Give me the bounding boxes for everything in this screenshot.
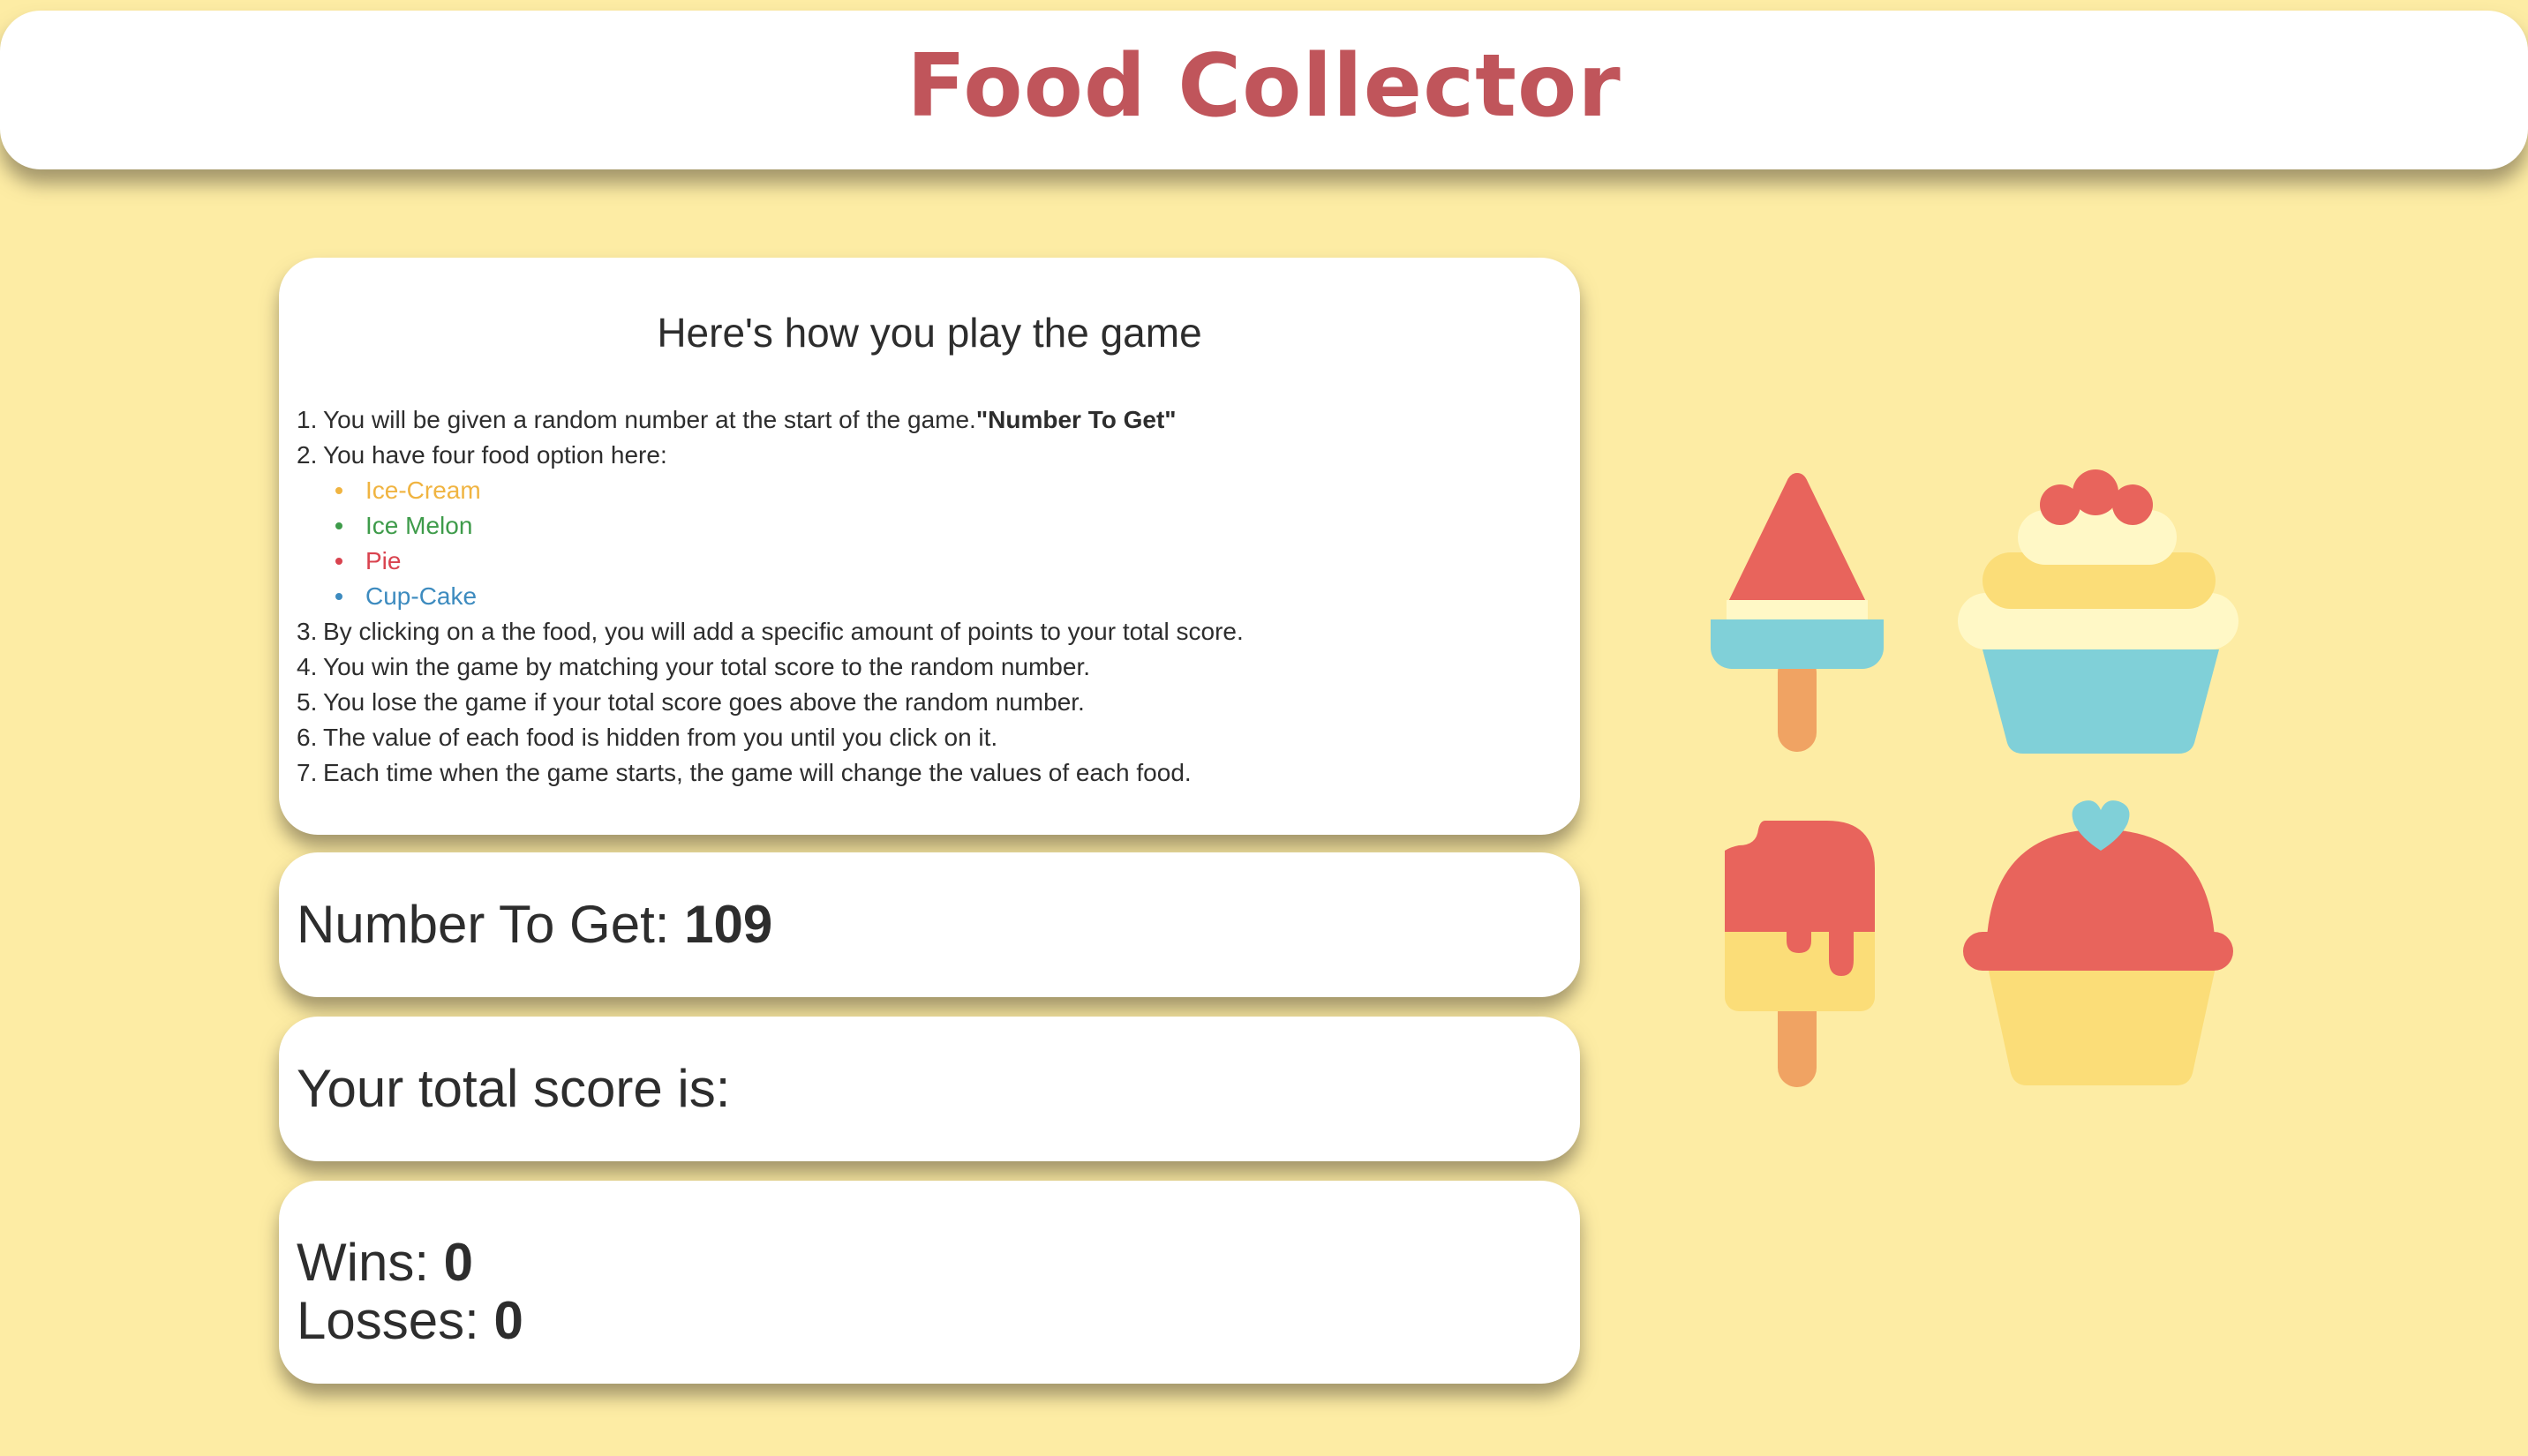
food-option-list: Ice-Cream Ice Melon Pie Cup-Cake (297, 473, 1562, 614)
food-option-pie: Pie (335, 544, 1562, 579)
wins-value: 0 (443, 1233, 474, 1292)
losses-line: Losses: 0 (297, 1292, 1580, 1350)
instruction-step-3: 3. By clicking on a the food, you will ad… (297, 618, 1244, 645)
page-title: Food Collector (907, 36, 1621, 137)
target-number-card: Number To Get: 109 (279, 852, 1580, 997)
wins-label: Wins: (297, 1233, 429, 1292)
target-number-value: 109 (684, 895, 773, 954)
bullet-icon (335, 558, 342, 565)
instruction-step-2: 2. You have four food option here: (297, 441, 667, 469)
food-option-ice-melon: Ice Melon (335, 508, 1562, 544)
total-score-label: Your total score is: (297, 1059, 731, 1118)
losses-label: Losses: (297, 1291, 479, 1350)
win-loss-card: Wins: 0 Losses: 0 (279, 1181, 1580, 1384)
total-score: Your total score is: (297, 1060, 730, 1118)
instructions-heading: Here's how you play the game (657, 310, 1202, 356)
instruction-step-7: 7. Each time when the game starts, the ga… (297, 759, 1192, 786)
instruction-step-5: 5. You lose the game if your total score … (297, 688, 1085, 716)
instruction-step-1: 1. You will be given a random number at t… (297, 406, 1177, 433)
food-grid (1695, 459, 2260, 1094)
bullet-icon (335, 522, 342, 529)
wins-line: Wins: 0 (297, 1234, 1580, 1292)
bullet-icon (335, 593, 342, 600)
bullet-icon (335, 487, 342, 494)
instruction-step-6: 6. The value of each food is hidden from … (297, 724, 998, 751)
target-number-label: Number To Get: (297, 895, 670, 954)
losses-value: 0 (493, 1291, 523, 1350)
cupcake-cherry-icon[interactable] (1951, 459, 2251, 759)
instruction-step-4: 4. You win the game by matching your tota… (297, 653, 1091, 680)
food-option-ice-cream: Ice-Cream (335, 473, 1562, 508)
total-score-card: Your total score is: (279, 1017, 1580, 1161)
cupcake-heart-icon[interactable] (1951, 794, 2251, 1094)
instructions-card: Here's how you play the game 1. You will … (279, 258, 1580, 835)
popsicle-bitten-icon[interactable] (1695, 794, 1889, 1094)
header-bar: Food Collector (0, 11, 2528, 169)
ice-cream-icon[interactable] (1695, 459, 1889, 759)
food-option-cup-cake: Cup-Cake (335, 579, 1562, 614)
target-number: Number To Get: 109 (297, 896, 772, 954)
